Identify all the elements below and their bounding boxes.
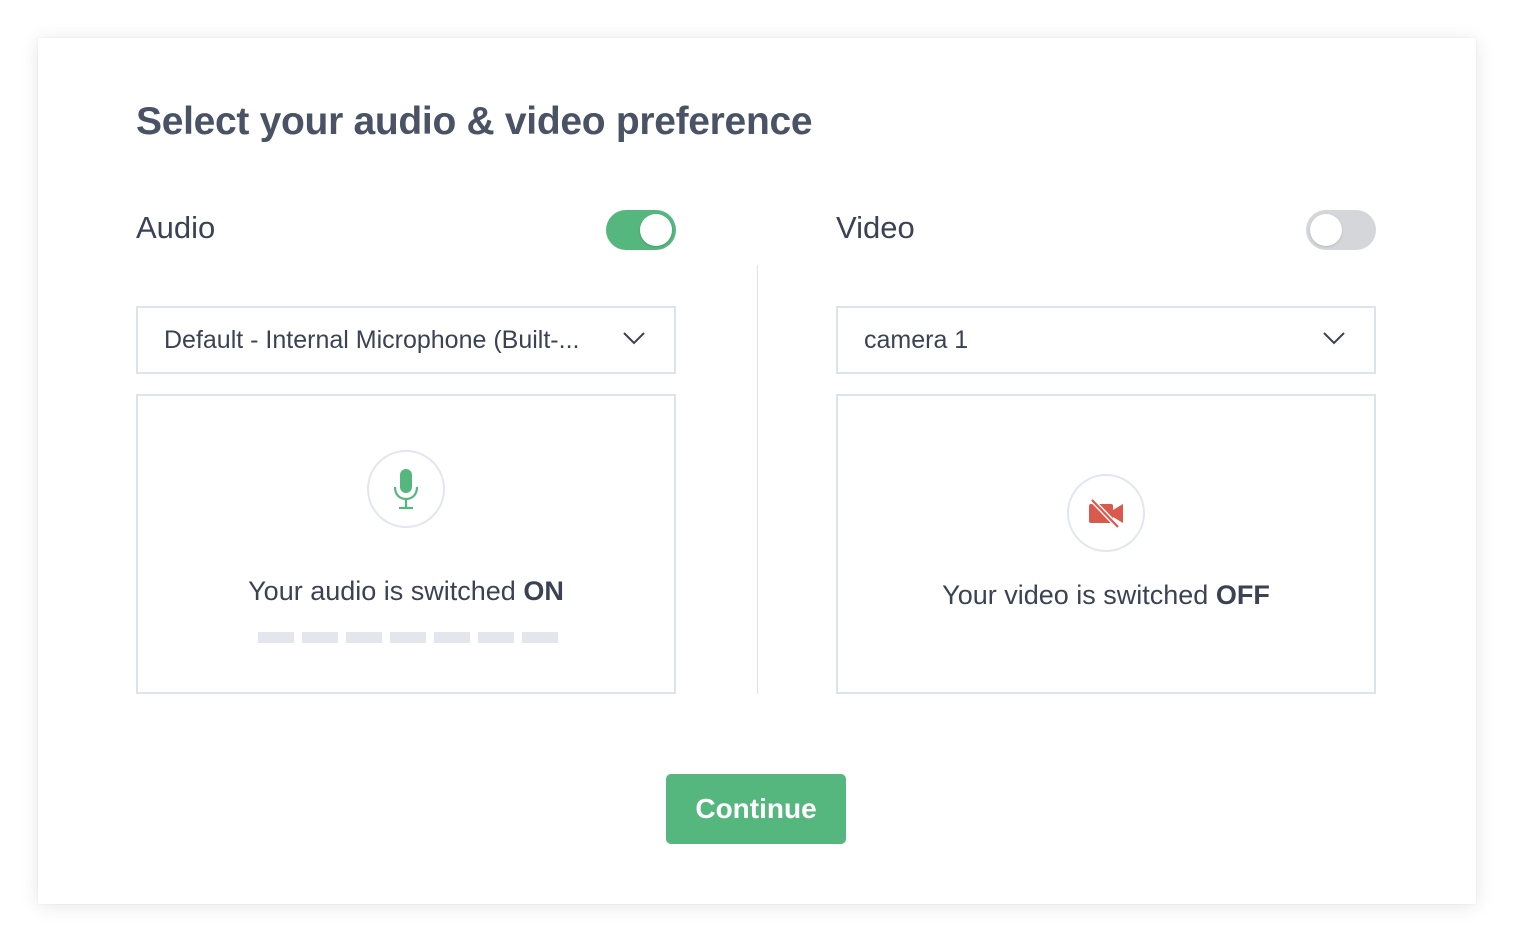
audio-status-prefix: Your audio is switched — [248, 576, 524, 606]
audio-preview-panel: Your audio is switched ON — [136, 394, 676, 694]
audio-status-value: ON — [523, 576, 564, 606]
audio-level-bar — [522, 632, 558, 643]
audio-level-bar — [434, 632, 470, 643]
audio-status-text: Your audio is switched ON — [138, 576, 674, 607]
audio-level-bar — [390, 632, 426, 643]
video-status-value: OFF — [1215, 580, 1270, 610]
audio-level-meter — [258, 632, 558, 643]
video-off-icon-circle — [1067, 474, 1145, 552]
chevron-down-icon — [1323, 332, 1345, 345]
video-preview-panel: Your video is switched OFF — [836, 394, 1376, 694]
audio-toggle[interactable] — [606, 210, 676, 250]
video-device-value: camera 1 — [864, 326, 969, 354]
audio-toggle-knob — [640, 214, 672, 246]
video-toggle[interactable] — [1306, 210, 1376, 250]
audio-device-value: Default - Internal Microphone (Built-... — [164, 326, 580, 354]
audio-level-bar — [258, 632, 294, 643]
column-divider — [757, 265, 758, 694]
video-status-text: Your video is switched OFF — [838, 580, 1374, 611]
audio-level-bar — [478, 632, 514, 643]
chevron-down-icon — [623, 332, 645, 345]
video-toggle-knob — [1310, 214, 1342, 246]
audio-device-select[interactable]: Default - Internal Microphone (Built-... — [136, 306, 676, 374]
continue-button[interactable]: Continue — [666, 774, 846, 844]
video-off-icon — [1089, 498, 1123, 528]
video-label: Video — [836, 210, 915, 245]
audio-level-bar — [346, 632, 382, 643]
video-status-prefix: Your video is switched — [942, 580, 1216, 610]
dialog-title: Select your audio & video preference — [136, 100, 813, 143]
audio-label: Audio — [136, 210, 216, 245]
microphone-icon — [393, 469, 419, 510]
video-device-select[interactable]: camera 1 — [836, 306, 1376, 374]
microphone-icon-circle — [367, 450, 445, 528]
preferences-dialog: Select your audio & video preference Aud… — [38, 38, 1476, 904]
audio-level-bar — [302, 632, 338, 643]
